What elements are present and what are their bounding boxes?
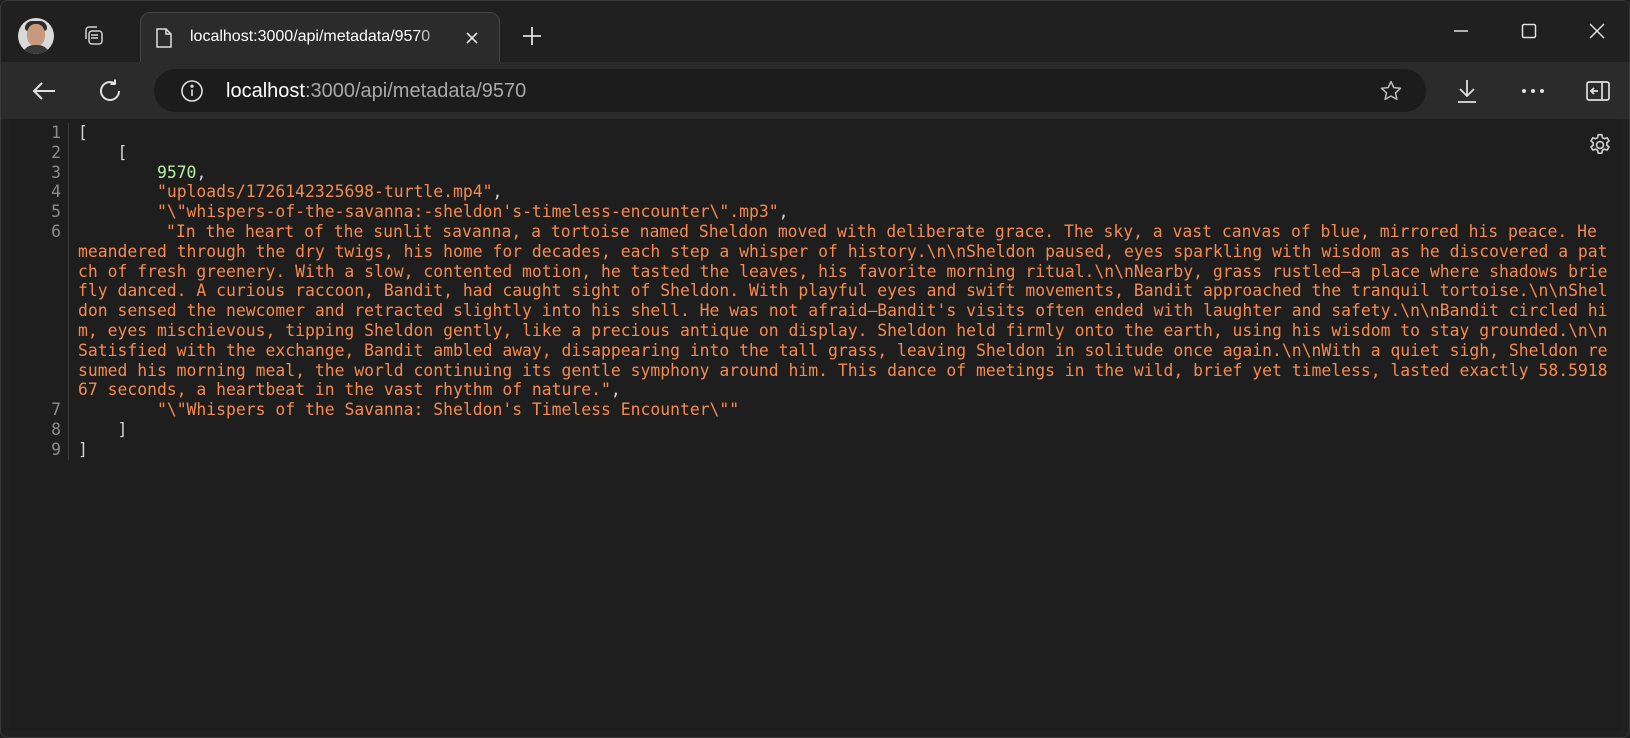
line-number: 5 bbox=[9, 202, 69, 222]
tab-title: localhost:3000/api/metadata/9570 bbox=[190, 28, 431, 45]
address-bar[interactable]: localhost:3000/api/metadata/9570 bbox=[154, 69, 1426, 112]
url-path: :3000/api/metadata/9570 bbox=[304, 80, 527, 102]
json-string: "In the heart of the sunlit savanna, a t… bbox=[78, 221, 1608, 400]
line-number: 1 bbox=[9, 123, 69, 143]
tab-actions-icon[interactable] bbox=[79, 21, 109, 51]
close-icon[interactable] bbox=[461, 27, 483, 49]
code-line: 9 ] bbox=[9, 439, 1622, 460]
more-icon[interactable] bbox=[1516, 74, 1550, 108]
code-line: 1 [ bbox=[9, 123, 1622, 143]
json-viewer: 1 [ 2 [ 3 9570, 4 "uploads/1726142325698… bbox=[9, 119, 1622, 731]
avatar[interactable] bbox=[18, 18, 54, 54]
close-icon[interactable] bbox=[1563, 1, 1629, 61]
gear-icon[interactable] bbox=[1586, 131, 1614, 159]
minimize-icon[interactable] bbox=[1427, 1, 1495, 61]
json-string: "\"Whispers of the Savanna: Sheldon's Ti… bbox=[156, 400, 740, 420]
browser-window: localhost:3000/api/metadata/9570 localho… bbox=[0, 0, 1630, 738]
code-line: 3 9570, bbox=[9, 162, 1622, 183]
maximize-icon[interactable] bbox=[1495, 1, 1563, 61]
comma: , bbox=[492, 182, 503, 202]
refresh-icon[interactable] bbox=[93, 74, 127, 108]
avatar-body bbox=[22, 45, 50, 54]
comma: , bbox=[196, 162, 207, 182]
json-string: "\"whispers-of-the-savanna:-sheldon's-ti… bbox=[156, 202, 779, 222]
back-arrow-icon[interactable] bbox=[27, 74, 61, 108]
comma: , bbox=[778, 202, 789, 222]
code-line: 7 "\"Whispers of the Savanna: Sheldon's … bbox=[9, 400, 1622, 420]
line-number: 9 bbox=[9, 439, 69, 460]
url-host: localhost bbox=[226, 80, 305, 102]
code-line: 2 [ bbox=[9, 142, 1622, 163]
bracket: [ bbox=[78, 123, 88, 142]
page-icon bbox=[155, 27, 173, 49]
sidebar-icon[interactable] bbox=[1581, 74, 1615, 108]
line-number: 4 bbox=[9, 182, 69, 203]
bracket: ] bbox=[78, 439, 88, 459]
plus-icon[interactable] bbox=[519, 23, 545, 49]
code-line: 5 "\"whispers-of-the-savanna:-sheldon's-… bbox=[9, 202, 1622, 222]
line-number: 8 bbox=[9, 419, 69, 440]
toolbar: localhost:3000/api/metadata/9570 bbox=[1, 62, 1629, 119]
json-number: 9570 bbox=[156, 162, 197, 182]
bracket: [ bbox=[117, 142, 128, 162]
line-number: 7 bbox=[9, 400, 69, 420]
window-controls bbox=[1427, 1, 1629, 61]
code-line: 6 "In the heart of the sunlit savanna, a… bbox=[9, 221, 1622, 401]
star-icon[interactable] bbox=[1378, 78, 1404, 104]
code-line: 4 "uploads/1726142325698-turtle.mp4", bbox=[9, 182, 1622, 203]
tab-active[interactable]: localhost:3000/api/metadata/9570 bbox=[140, 12, 500, 62]
avatar-face bbox=[27, 24, 45, 46]
tab-strip: localhost:3000/api/metadata/9570 bbox=[1, 1, 1629, 62]
bracket: ] bbox=[117, 419, 128, 439]
line-number: 2 bbox=[9, 142, 69, 163]
url-text: localhost:3000/api/metadata/9570 bbox=[226, 80, 526, 102]
download-icon[interactable] bbox=[1450, 74, 1484, 108]
code-line: 8 ] bbox=[9, 419, 1622, 440]
code-block: 1 [ 2 [ 3 9570, 4 "uploads/1726142325698… bbox=[9, 123, 1622, 460]
info-icon[interactable] bbox=[179, 78, 205, 104]
comma: , bbox=[610, 380, 621, 400]
line-number: 3 bbox=[9, 162, 69, 183]
line-number: 6 bbox=[9, 221, 69, 401]
json-string: "uploads/1726142325698-turtle.mp4" bbox=[156, 182, 493, 202]
